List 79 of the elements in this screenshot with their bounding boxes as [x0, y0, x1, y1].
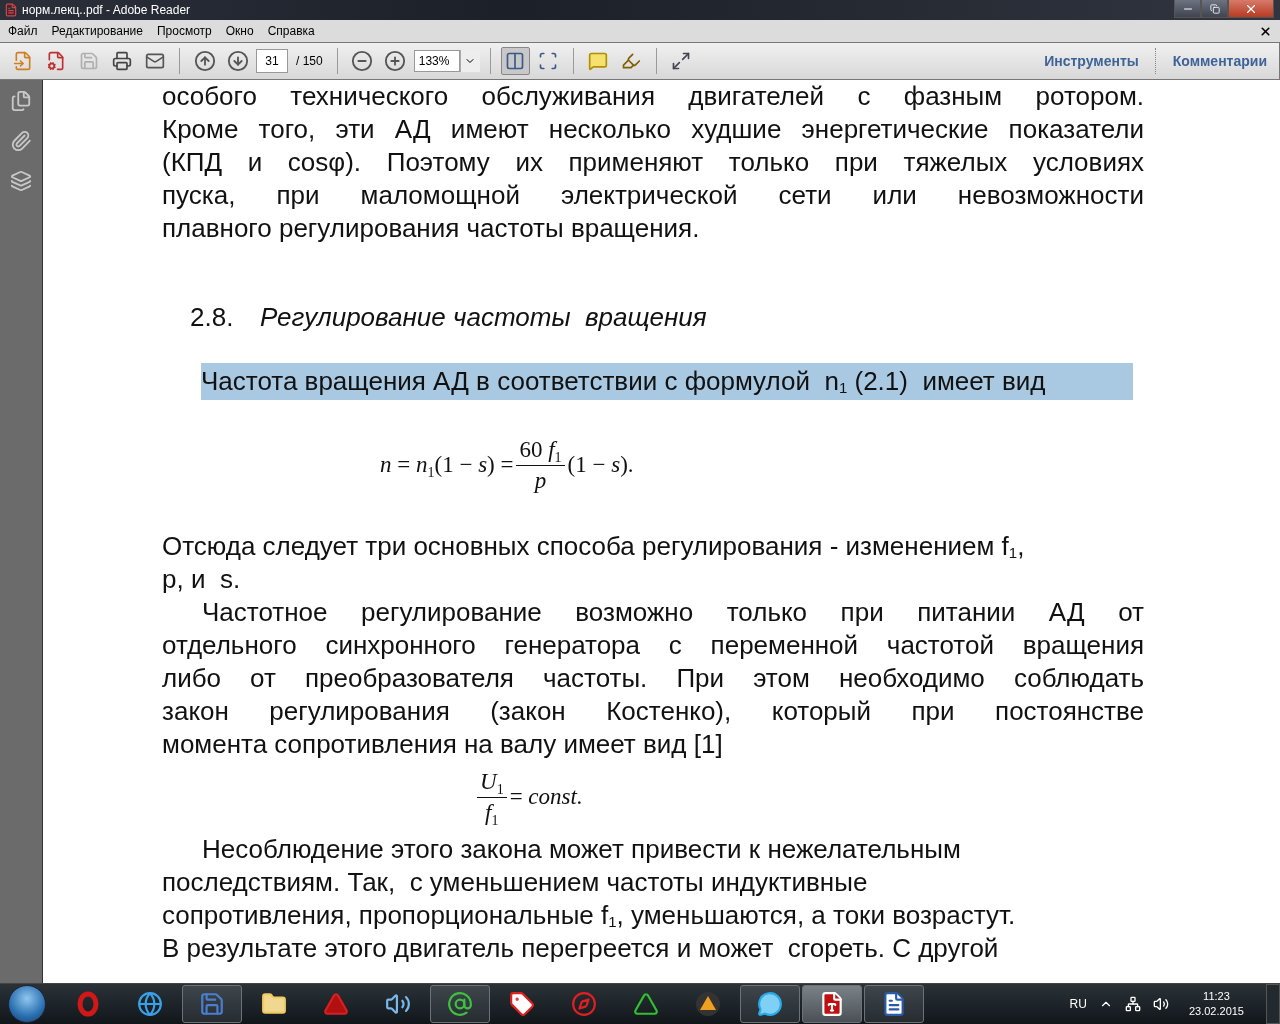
fit-width-icon [505, 51, 526, 71]
at-sign-icon [447, 991, 473, 1017]
panel-link[interactable]: Комментарии [1160, 53, 1279, 69]
arrow-up-icon [193, 50, 216, 72]
text-line: Отсюда следует три основных способа регулирования - изменением f$_{1}$, [162, 530, 1026, 563]
menu-item[interactable]: Файл [8, 24, 38, 38]
text-line: сопротивления, пропорциональные f$_{1}$, уменьшаются, а токи возрастут. [162, 899, 1017, 932]
text-line: p, и s. [162, 563, 242, 596]
text-line: либо от преобразователя частоты. При этом необходимо соблюдать [162, 662, 1144, 695]
triangle-outline-icon [633, 991, 659, 1017]
compass-icon [571, 991, 597, 1017]
file-gear-icon [45, 51, 66, 71]
text-document-icon [881, 991, 907, 1017]
highlighter-icon [621, 51, 642, 71]
page-count: / 150 [296, 54, 323, 68]
text-line: Несоблюдение этого закона может привести к нежелательным [201, 833, 962, 866]
layers-icon[interactable] [10, 170, 32, 192]
formula: n = n$_{1}$(1 − s) = 60 f$_{1}$ p (1 − s). [379, 433, 635, 495]
printer-icon [111, 51, 132, 71]
menu-item[interactable]: Справка [267, 24, 315, 38]
fit-page-icon [538, 51, 559, 71]
highlighted-text: Частота вращения АД в соответствии с формулой n$_{1}$ (2.1) имеет вид [201, 363, 1133, 400]
panel-link[interactable]: Инструменты [1032, 53, 1151, 69]
restore-icon [1209, 3, 1220, 14]
text-line: последствиям. Так, с уменьшением частоты индуктивные [162, 866, 869, 899]
envelope-icon [144, 51, 165, 71]
text-line: момента сопротивления на валу имеет вид [1] [162, 728, 724, 761]
window-title: норм.лекц..pdf - Adobe Reader [22, 3, 192, 17]
taskbar-app-button[interactable] [740, 985, 800, 1023]
plus-icon [384, 50, 407, 72]
clock-time: 11:23 [1203, 989, 1230, 1004]
menu-item[interactable]: Редактирование [51, 24, 143, 38]
file-import-icon [12, 51, 33, 71]
taskbar-app-button[interactable] [430, 985, 490, 1023]
paperclip-icon[interactable] [10, 130, 32, 152]
text-line: плавного регулирования частоты вращения. [162, 212, 701, 245]
section-number: 2.8. [190, 301, 235, 334]
document-icon [819, 991, 845, 1017]
save-icon [78, 51, 99, 71]
taskbar-app-button[interactable] [864, 985, 924, 1023]
taskbar-app-button[interactable] [802, 985, 862, 1023]
text-line: В результате этого двигатель перегреется и может сгореть. С другой [162, 932, 1000, 965]
restore-button[interactable] [1201, 0, 1228, 18]
text-line: Частотное регулирование возможно только при питании АД от [201, 596, 1144, 629]
fit-width-button[interactable] [500, 47, 530, 75]
globe-icon [137, 991, 163, 1017]
clock-date: 23.02.2015 [1188, 1004, 1244, 1019]
volume-icon[interactable] [1152, 996, 1169, 1012]
close-icon[interactable] [1259, 24, 1272, 38]
text-line: пуска, при маломощной электрической сети или невозможности [162, 179, 1144, 212]
text-line: (КПД и cosφ). Поэтому их применяют только при тяжелых условиях [162, 146, 1144, 179]
clock[interactable]: 11:23 23.02.2015 [1188, 989, 1244, 1019]
tag-icon [509, 991, 535, 1017]
text-line: закон регулирования (закон Костенко), который при постоянстве [162, 695, 1144, 728]
speech-bubble-icon [588, 51, 609, 71]
close-button[interactable] [1228, 0, 1274, 18]
language-indicator[interactable]: RU [1069, 997, 1087, 1011]
text-line: отдельного синхронного генератора с переменной частотой вращения [162, 629, 1144, 662]
dropdown-button[interactable] [459, 50, 480, 72]
ring-icon [77, 991, 99, 1017]
pdf-file-icon [4, 3, 18, 17]
pages-icon[interactable] [10, 90, 32, 112]
arrow-down-icon [226, 50, 249, 72]
expand-icon [671, 51, 692, 71]
start-button[interactable] [8, 985, 46, 1023]
menu-item[interactable]: Просмотр [156, 24, 212, 38]
page-number-field[interactable]: 31 [256, 49, 288, 73]
section-title: Регулирование частоты вращения [260, 301, 707, 334]
triangle-icon [323, 991, 349, 1017]
text-line: особого технического обслуживания двигателей с фазным ротором. [162, 80, 1144, 113]
network-icon[interactable] [1124, 996, 1141, 1012]
speaker-icon [385, 991, 411, 1017]
minimize-button[interactable] [1174, 0, 1201, 18]
menu-item[interactable]: Окно [225, 24, 254, 38]
zoom-field[interactable]: 133% [413, 50, 460, 72]
text-line: Кроме того, эти АД имеют несколько худшие энергетические показатели [162, 113, 1144, 146]
chat-bubble-icon [757, 991, 783, 1017]
minus-icon [351, 50, 374, 72]
folder-icon [261, 991, 287, 1017]
